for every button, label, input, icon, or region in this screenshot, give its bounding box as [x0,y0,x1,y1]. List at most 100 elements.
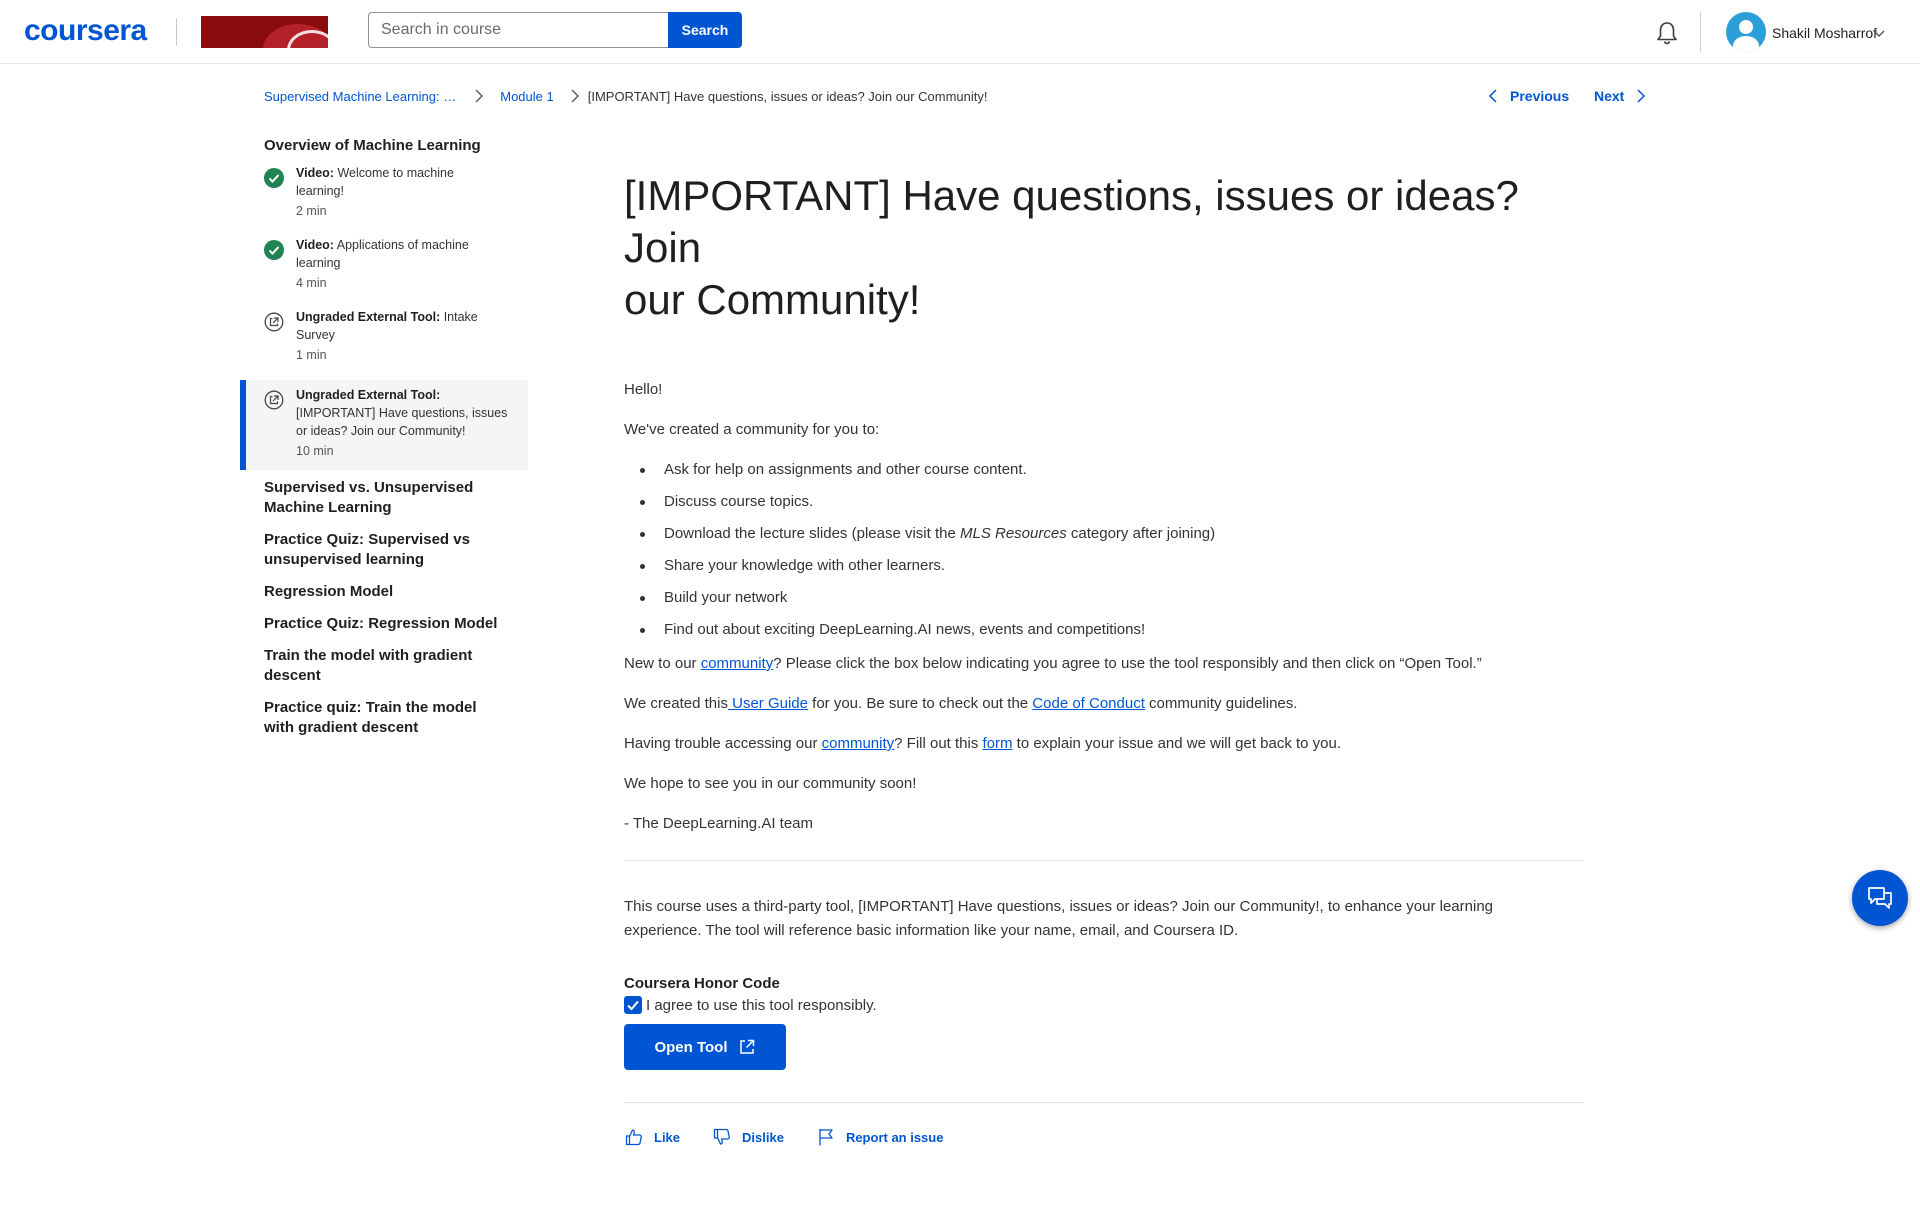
header-divider [176,18,177,46]
sidebar-item-video-welcome[interactable]: Video: Welcome to machine learning! 2 min [240,164,528,236]
list-item: Share your knowledge with other learners… [624,556,1584,576]
breadcrumb-course-link[interactable]: Supervised Machine Learning: … [264,89,456,104]
text: community guidelines. [1144,695,1298,712]
notification-bell-icon[interactable] [1654,20,1680,46]
item-kind: Ungraded External Tool: [296,310,441,324]
agree-checkbox-row[interactable]: I agree to use this tool responsibly. [624,996,1584,1014]
chevron-left-icon [1488,89,1497,103]
external-tool-icon [264,312,284,332]
item-duration: 4 min [296,276,327,290]
agree-checkbox[interactable] [624,996,642,1014]
sidebar-section-title[interactable]: Overview of Machine Learning [240,128,528,156]
item-duration: 10 min [296,444,334,458]
text: New to our [624,655,701,672]
chat-assistant-button[interactable] [1852,870,1908,926]
list-item: Build your network [624,588,1584,608]
list-item: Discuss course topics. [624,492,1584,512]
divider [624,860,1584,861]
text: ? Please click the box below indicating … [773,655,1482,672]
honor-code-title: Coursera Honor Code [624,975,780,992]
section-label: Practice Quiz: Regression Model [264,615,498,632]
item-kind: Video: [296,238,334,252]
item-title-cont: or ideas? Join our Community! [296,424,466,438]
code-of-conduct-link[interactable]: Code of Conduct [1032,695,1145,712]
sidebar-section-regression[interactable]: Regression Model [240,582,528,614]
report-issue-button[interactable]: Report an issue [816,1127,944,1147]
list-item-text: category after joining) [1066,525,1216,542]
chat-icon [1868,887,1892,909]
sidebar-item-intake-survey[interactable]: Ungraded External Tool: Intake Survey 1 m… [240,308,528,380]
section-label: Train the model with gradient [264,647,473,664]
item-title: Welcome to machine [333,166,454,180]
new-to-community-text: New to our community? Please click the b… [624,654,1584,674]
text: to explain your issue and we will get ba… [1012,735,1342,752]
page-title: [IMPORTANT] Have questions, issues or id… [624,170,1584,326]
like-label: Like [654,1129,681,1145]
greeting-text: Hello! [624,381,663,398]
breadcrumb-module-link[interactable]: Module 1 [500,89,553,104]
thumbs-up-icon [625,1129,642,1146]
sidebar-item-video-applications[interactable]: Video: Applications of machine learning 4… [240,236,528,308]
divider [624,1102,1584,1103]
sidebar-section-gradient-descent[interactable]: Train the model with gradient descent [240,646,528,698]
avatar[interactable] [1726,12,1766,52]
feedback-bar: Like Dislike Report an issue [624,1127,1584,1147]
item-kind: Ungraded External Tool: [296,388,441,402]
report-issue-label: Report an issue [845,1129,944,1145]
list-item: Ask for help on assignments and other co… [624,460,1584,480]
checkmark-icon [627,1000,639,1011]
list-item: Find out about exciting DeepLearning.AI … [624,620,1584,640]
text: ? Fill out this [894,735,983,752]
form-link[interactable]: form [983,735,1013,752]
section-label-cont: descent [264,667,321,684]
chevron-down-icon[interactable] [1872,26,1886,40]
previous-label: Previous [1510,88,1570,104]
section-label: Regression Model [264,583,394,600]
item-kind: Video: [296,166,334,180]
next-button[interactable]: Next [1594,86,1646,106]
sidebar-section-quiz-supervised[interactable]: Practice Quiz: Supervised vs unsupervised… [240,530,528,582]
chevron-right-icon [1637,89,1646,103]
search-button[interactable]: Search [668,12,742,48]
flag-icon [819,1129,833,1146]
completed-check-icon [264,240,284,260]
external-tool-icon [264,390,284,410]
item-title-cont: learning! [296,184,344,198]
section-label: Practice Quiz: Supervised vs [264,531,470,548]
sidebar-item-community-active[interactable]: Ungraded External Tool: [IMPORTANT] Have … [240,380,528,470]
open-tool-button[interactable]: Open Tool [624,1024,786,1070]
item-title-cont: Survey [296,328,335,342]
community-link[interactable]: community [701,655,774,672]
item-duration: 2 min [296,204,327,218]
agree-label[interactable]: I agree to use this tool responsibly. [646,997,877,1014]
next-label: Next [1594,88,1625,104]
community-link[interactable]: community [822,735,895,752]
community-benefits-list: Ask for help on assignments and other co… [624,460,1584,640]
completed-check-icon [264,168,284,188]
top-header: coursera Search Shakil Mosharrof [0,0,1920,64]
coursera-logo[interactable]: coursera [24,14,147,48]
like-button[interactable]: Like [624,1127,680,1147]
chevron-right-icon [571,89,579,103]
previous-button[interactable]: Previous [1488,86,1569,106]
section-label: Practice quiz: Train the model [264,699,477,716]
sidebar-section-quiz-gradient[interactable]: Practice quiz: Train the model with gradi… [240,698,528,750]
user-name[interactable]: Shakil Mosharrof [1772,25,1877,41]
dislike-button[interactable]: Dislike [712,1127,784,1147]
sidebar-section-quiz-regression[interactable]: Practice Quiz: Regression Model [240,614,528,646]
user-guide-link[interactable]: User Guide [728,695,808,712]
sidebar-section-supervised[interactable]: Supervised vs. Unsupervised Machine Learn… [240,478,528,530]
intro-text: We've created a community for you to: [624,421,880,438]
item-title: Applications of machine [333,238,469,252]
section-label: Supervised vs. Unsupervised [264,479,474,496]
third-party-notice: This course uses a third-party tool, [IM… [624,895,1584,943]
search-input[interactable] [368,12,668,48]
text: experience. The tool will reference basi… [624,922,1239,939]
breadcrumb: Supervised Machine Learning: … Module 1 … [264,86,988,106]
text: We created this [624,695,728,712]
thumbs-down-icon [713,1128,730,1145]
item-title: [IMPORTANT] Have questions, issues [296,406,508,420]
header-divider [1700,12,1701,52]
course-logo[interactable] [201,16,328,48]
dislike-label: Dislike [742,1129,784,1145]
